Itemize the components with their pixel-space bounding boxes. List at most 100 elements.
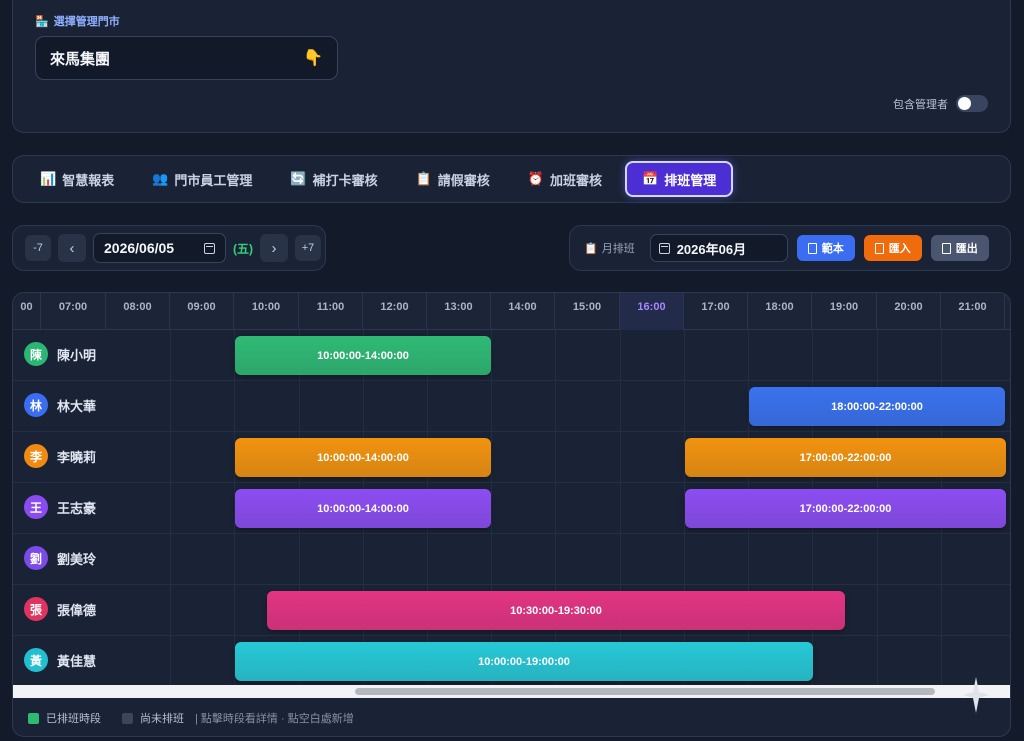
employee-cell: 劉劉美玲 xyxy=(24,546,96,570)
avatar: 陳 xyxy=(24,342,48,366)
calendar-icon: 📅 xyxy=(642,171,659,186)
clipboard-icon: 📋 xyxy=(584,242,598,255)
hour-label: 20:00 xyxy=(877,293,941,330)
employee-cell: 王王志豪 xyxy=(24,495,96,519)
hour-label: 00 xyxy=(13,293,41,330)
shift-block[interactable]: 10:00:00-14:00:00 xyxy=(235,438,491,477)
tab-label: 排班管理 xyxy=(664,172,717,188)
tab-punch-review[interactable]: 🔄 補打卡審核 xyxy=(275,161,392,197)
alarm-clock-icon: ⏰ xyxy=(527,171,544,186)
import-label: 匯入 xyxy=(888,243,911,255)
schedule-row[interactable]: 陳陳小明 xyxy=(13,330,1010,381)
shift-block[interactable]: 10:00:00-14:00:00 xyxy=(235,489,491,528)
tab-label: 加班審核 xyxy=(550,172,603,188)
shift-block[interactable]: 10:00:00-14:00:00 xyxy=(235,336,491,375)
employee-name: 張偉德 xyxy=(57,602,97,618)
calendar-icon xyxy=(658,242,670,254)
tab-smart-report[interactable]: 📊 智慧報表 xyxy=(25,161,129,197)
schedule-grid: 00 07:00 08:00 09:00 10:00 11:00 12:00 13:00 14:… xyxy=(12,292,1011,737)
import-icon xyxy=(874,242,884,254)
import-button[interactable]: 匯入 xyxy=(863,235,922,261)
hour-label: 10:00 xyxy=(234,293,299,330)
date-input[interactable]: 2026/06/05 xyxy=(93,233,226,263)
template-button[interactable]: 範本 xyxy=(796,235,855,261)
store-select-value: 來馬集團 xyxy=(50,50,111,68)
employee-name: 劉美玲 xyxy=(57,551,97,567)
calendar-picker-icon[interactable] xyxy=(204,242,215,254)
hour-label: 19:00 xyxy=(812,293,877,330)
store-icon: 🏪 xyxy=(35,15,49,28)
shift-block[interactable]: 17:00:00-22:00:00 xyxy=(685,438,1006,477)
hour-label: 13:00 xyxy=(427,293,491,330)
sparkle-icon xyxy=(963,677,989,713)
hour-label: 08:00 xyxy=(106,293,170,330)
employee-name: 李曉莉 xyxy=(57,449,97,465)
legend-scheduled: 已排班時段 xyxy=(46,713,101,725)
monthly-schedule-label: 📋 月排班 xyxy=(584,240,635,256)
date-nav-panel: -7 ‹ 2026/06/05 (五) › +7 xyxy=(12,225,326,271)
tab-label: 智慧報表 xyxy=(62,172,115,188)
pointer-hand-icon: 👇 xyxy=(303,50,323,67)
horizontal-scrollbar[interactable] xyxy=(13,685,1010,698)
legend: 已排班時段 尚未排班 | 點擊時段看詳情 · 點空白處新增 xyxy=(28,710,354,726)
hour-label: 16:00 xyxy=(620,293,684,330)
employee-name: 黃佳慧 xyxy=(57,653,97,669)
export-button[interactable]: 匯出 xyxy=(930,235,989,261)
month-input[interactable]: 2026年06月 xyxy=(649,234,788,262)
store-label: 🏪 選擇管理門市 xyxy=(35,13,120,29)
hour-label: 11:00 xyxy=(299,293,363,330)
tab-label: 門市員工管理 xyxy=(174,172,253,188)
hour-label: 18:00 xyxy=(748,293,812,330)
tab-schedule-management[interactable]: 📅 排班管理 xyxy=(625,161,734,197)
scheduled-swatch xyxy=(28,712,39,724)
chart-icon: 📊 xyxy=(40,171,57,186)
avatar: 王 xyxy=(24,495,48,519)
legend-hint: | 點擊時段看詳情 · 點空白處新增 xyxy=(195,713,354,725)
template-label: 範本 xyxy=(821,243,844,255)
tab-overtime-review[interactable]: ⏰ 加班審核 xyxy=(513,161,617,197)
tab-label: 請假審核 xyxy=(437,172,490,188)
hours-header: 00 07:00 08:00 09:00 10:00 11:00 12:00 13:00 14:… xyxy=(13,293,1010,330)
tab-leave-review[interactable]: 📋 請假審核 xyxy=(401,161,505,197)
include-managers-toggle[interactable] xyxy=(956,95,988,112)
employee-cell: 林林大華 xyxy=(24,393,96,417)
clipboard-icon: 📋 xyxy=(415,171,432,186)
next-day-button[interactable]: › xyxy=(260,234,288,262)
date-value: 2026/06/05 xyxy=(104,240,175,256)
tabs-bar: 📊 智慧報表 👥 門市員工管理 🔄 補打卡審核 📋 請假審核 ⏰ 加班審核 📅 排班管理 xyxy=(12,155,1011,203)
schedule-row[interactable]: 劉劉美玲 xyxy=(13,534,1010,585)
hour-label: 17:00 xyxy=(684,293,748,330)
avatar: 林 xyxy=(24,393,48,417)
minus-7-days-button[interactable]: -7 xyxy=(25,235,51,261)
employee-cell: 黃黃佳慧 xyxy=(24,648,96,672)
employee-name: 林大華 xyxy=(57,398,97,414)
store-panel: 🏪 選擇管理門市 來馬集團 👇 包含管理者 xyxy=(12,0,1011,133)
document-icon xyxy=(807,242,817,254)
shift-block[interactable]: 10:00:00-19:00:00 xyxy=(235,642,813,681)
scrollbar-thumb[interactable] xyxy=(355,688,935,695)
include-managers-toggle-row: 包含管理者 xyxy=(893,95,988,112)
legend-unscheduled: 尚未排班 xyxy=(140,713,184,725)
tab-staff-management[interactable]: 👥 門市員工管理 xyxy=(137,161,267,197)
employee-cell: 張張偉德 xyxy=(24,597,96,621)
store-select[interactable]: 來馬集團 👇 xyxy=(35,36,338,80)
avatar: 黃 xyxy=(24,648,48,672)
export-icon xyxy=(941,242,951,254)
month-controls-panel: 📋 月排班 2026年06月 範本 匯入 匯出 xyxy=(569,225,1011,271)
people-icon: 👥 xyxy=(152,171,169,186)
month-value: 2026年06月 xyxy=(676,241,747,257)
hour-label: 14:00 xyxy=(491,293,555,330)
export-label: 匯出 xyxy=(955,243,978,255)
hour-label: 12:00 xyxy=(363,293,427,330)
store-label-text: 選擇管理門市 xyxy=(53,16,120,28)
tab-label: 補打卡審核 xyxy=(312,172,378,188)
shift-block[interactable]: 18:00:00-22:00:00 xyxy=(749,387,1005,426)
prev-day-button[interactable]: ‹ xyxy=(58,234,86,262)
unscheduled-swatch xyxy=(122,712,133,724)
toggle-knob xyxy=(958,97,971,110)
weekday-label: (五) xyxy=(233,241,253,256)
shift-block[interactable]: 17:00:00-22:00:00 xyxy=(685,489,1006,528)
shift-block[interactable]: 10:30:00-19:30:00 xyxy=(267,591,845,630)
plus-7-days-button[interactable]: +7 xyxy=(295,235,321,261)
employee-name: 陳小明 xyxy=(57,347,97,363)
